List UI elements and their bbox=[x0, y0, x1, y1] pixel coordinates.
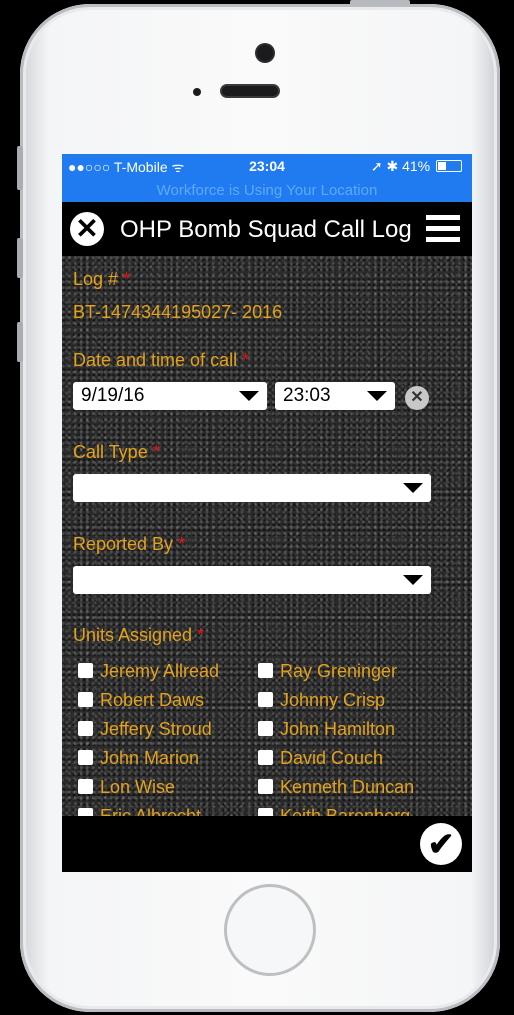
checkbox[interactable] bbox=[78, 721, 93, 736]
checkbox[interactable] bbox=[258, 692, 273, 707]
unit-name: Johnny Crisp bbox=[280, 690, 386, 710]
home-button[interactable] bbox=[224, 884, 316, 976]
checkbox[interactable] bbox=[258, 663, 273, 678]
reported-by-label: Reported By * bbox=[73, 534, 186, 554]
unit-name: Jeremy Allread bbox=[100, 661, 220, 681]
unit-name: John Marion bbox=[100, 748, 200, 768]
chevron-down-icon bbox=[239, 391, 259, 401]
reported-by-select[interactable] bbox=[73, 566, 431, 594]
battery-percent: ➚ ✱ 41% bbox=[370, 158, 431, 174]
checkbox[interactable] bbox=[78, 692, 93, 707]
location-banner[interactable]: Workforce is Using Your Location bbox=[62, 182, 472, 199]
checkbox[interactable] bbox=[78, 663, 93, 678]
date-picker[interactable]: 9/19/16 bbox=[73, 382, 267, 410]
front-camera bbox=[257, 45, 273, 61]
chevron-down-icon bbox=[403, 575, 423, 585]
checkbox[interactable] bbox=[258, 750, 273, 765]
volume-down-button bbox=[17, 322, 23, 362]
power-button bbox=[350, 0, 410, 6]
status-right: ➚ ✱ 41% bbox=[371, 158, 462, 175]
chevron-down-icon bbox=[403, 483, 423, 493]
unit-name: Jeffery Stroud bbox=[100, 719, 212, 739]
log-number-value: BT-1474344195027- 2016 bbox=[73, 302, 283, 322]
chevron-down-icon bbox=[367, 391, 387, 401]
checkbox[interactable] bbox=[78, 779, 93, 794]
close-button[interactable]: ✕ bbox=[70, 212, 104, 246]
checkbox[interactable] bbox=[258, 779, 273, 794]
time-picker[interactable]: 23:03 bbox=[275, 382, 395, 410]
earpiece-speaker bbox=[222, 86, 278, 96]
phone-screen: ●●○○○ T-Mobile ᯤ 23:04 ➚ ✱ 41% Workforce… bbox=[62, 154, 472, 872]
call-type-select[interactable] bbox=[73, 474, 431, 502]
footer-bar: ✔ bbox=[62, 816, 472, 872]
unit-name: Ray Greninger bbox=[280, 661, 398, 681]
volume-up-button bbox=[17, 238, 23, 278]
unit-name: Lon Wise bbox=[100, 777, 176, 797]
app-header: ✕ OHP Bomb Squad Call Log bbox=[62, 202, 472, 256]
status-bar: ●●○○○ T-Mobile ᯤ 23:04 ➚ ✱ 41% Workforce… bbox=[62, 154, 472, 202]
page-title: OHP Bomb Squad Call Log bbox=[120, 216, 412, 243]
checkbox[interactable] bbox=[78, 750, 93, 765]
log-number-label: Log # * bbox=[73, 269, 131, 289]
units-assigned-label: Units Assigned * bbox=[73, 625, 205, 645]
unit-name: John Hamilton bbox=[280, 719, 396, 739]
date-time-label: Date and time of call * bbox=[73, 350, 250, 370]
checkbox[interactable] bbox=[258, 721, 273, 736]
unit-name: Robert Daws bbox=[100, 690, 205, 710]
call-type-label: Call Type * bbox=[73, 442, 160, 462]
confirm-checkmark-button[interactable]: ✔ bbox=[420, 823, 462, 865]
mute-switch bbox=[17, 146, 23, 190]
hamburger-menu-icon[interactable] bbox=[426, 215, 460, 243]
battery-icon bbox=[436, 160, 462, 172]
unit-name: Kenneth Duncan bbox=[280, 777, 415, 797]
unit-name: David Couch bbox=[280, 748, 384, 768]
proximity-sensor bbox=[193, 88, 201, 96]
call-log-form: Log # * BT-1474344195027- 2016 Date and … bbox=[62, 256, 472, 826]
clear-datetime-button[interactable]: ✕ bbox=[405, 386, 429, 410]
